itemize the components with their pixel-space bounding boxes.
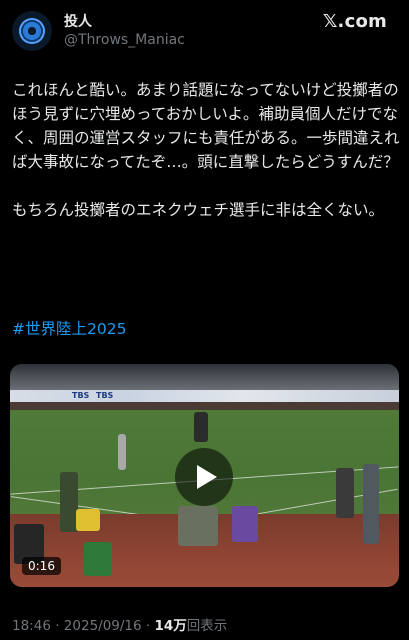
meta-separator: ·: [145, 618, 151, 634]
banner-logo: TBS: [96, 391, 114, 400]
banner-logo: TBS: [72, 391, 90, 400]
staff-figure: [363, 464, 379, 544]
camera-operator-figure: [194, 412, 208, 442]
video-player[interactable]: TBS TBS 0:16: [10, 364, 399, 587]
author-handle[interactable]: @Throws_Maniac: [64, 32, 185, 48]
equipment-box: [232, 506, 258, 542]
avatar[interactable]: [12, 11, 52, 51]
tweet-meta: 18:46 · 2025/09/16 · 14万回表示: [12, 614, 227, 634]
staff-figure: [84, 542, 112, 576]
athlete-figure: [118, 434, 126, 470]
play-icon: [196, 465, 217, 489]
x-logo: 𝕏.com: [322, 11, 387, 32]
ad-banner: TBS TBS: [10, 390, 399, 402]
equipment-box: [76, 509, 100, 531]
discus-ring-icon: [19, 18, 45, 44]
author-display-name[interactable]: 投人: [64, 11, 92, 31]
tweet-date[interactable]: 2025/09/16: [64, 618, 142, 634]
view-label: 回表示: [186, 618, 228, 634]
view-count: 14万: [154, 618, 187, 634]
stadium-stands: [10, 364, 399, 390]
hashtag-link[interactable]: #世界陸上2025: [12, 317, 126, 339]
video-duration: 0:16: [22, 557, 61, 575]
tweet-text: これほんと酷い。あまり話題になってないけど投擲者のほう見ずに穴埋めっておかしいよ…: [12, 81, 400, 219]
tweet-time[interactable]: 18:46: [12, 618, 51, 634]
staff-figure: [336, 468, 354, 518]
meta-separator: ·: [55, 618, 60, 634]
play-button[interactable]: [175, 448, 233, 506]
field-wall: [10, 402, 399, 410]
tweet-header: 投人 @Throws_Maniac 𝕏.com: [0, 0, 409, 62]
staff-figure: [178, 506, 218, 546]
